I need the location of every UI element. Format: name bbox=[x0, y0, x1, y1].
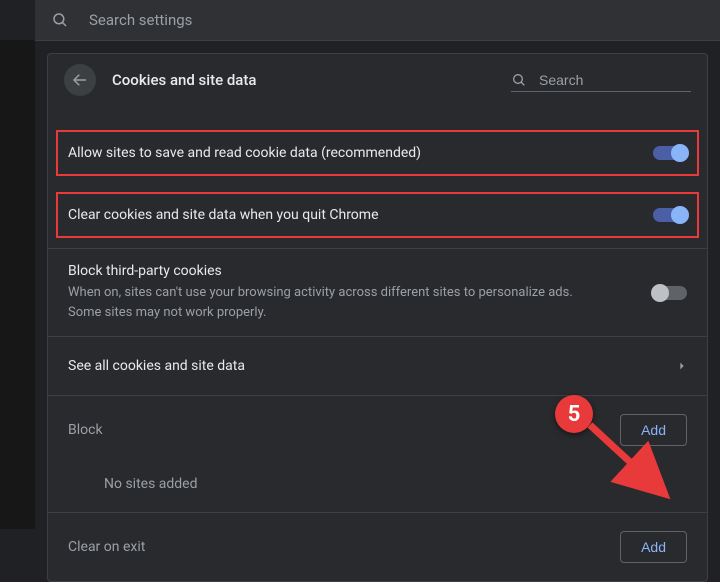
back-button[interactable] bbox=[64, 64, 96, 96]
content-pane: Cookies and site data Allow sites to sav… bbox=[35, 40, 720, 529]
cookies-search-input[interactable] bbox=[537, 71, 691, 89]
left-rail bbox=[0, 40, 35, 529]
clear-on-exit-section: Clear on exit Add bbox=[48, 512, 707, 581]
allow-cookies-toggle[interactable] bbox=[653, 146, 687, 160]
search-icon bbox=[511, 72, 527, 88]
card-header: Cookies and site data bbox=[48, 54, 707, 106]
chevron-right-icon bbox=[677, 361, 687, 371]
cookies-search[interactable] bbox=[511, 69, 691, 92]
allow-cookies-row: Allow sites to save and read cookie data… bbox=[54, 128, 701, 178]
see-all-cookies-row[interactable]: See all cookies and site data bbox=[48, 336, 707, 395]
settings-search-bar[interactable]: Search settings bbox=[35, 0, 720, 40]
clear-on-quit-row: Clear cookies and site data when you qui… bbox=[54, 190, 701, 240]
block-third-party-toggle[interactable] bbox=[653, 286, 687, 300]
block-third-party-row: Block third-party cookies When on, sites… bbox=[48, 248, 707, 336]
divider bbox=[35, 40, 720, 41]
annotation-arrow-icon bbox=[575, 410, 685, 510]
block-section-title: Block bbox=[68, 422, 103, 438]
search-icon bbox=[51, 11, 69, 29]
clear-on-quit-label: Clear cookies and site data when you qui… bbox=[68, 207, 653, 223]
allow-cookies-label: Allow sites to save and read cookie data… bbox=[68, 145, 653, 161]
clear-on-exit-add-button[interactable]: Add bbox=[620, 531, 687, 563]
settings-search-placeholder: Search settings bbox=[89, 11, 192, 29]
block-third-party-label: Block third-party cookies bbox=[68, 263, 653, 279]
clear-on-quit-toggle[interactable] bbox=[653, 208, 687, 222]
page-title: Cookies and site data bbox=[112, 71, 256, 89]
clear-on-exit-section-title: Clear on exit bbox=[68, 539, 145, 555]
see-all-cookies-label: See all cookies and site data bbox=[68, 358, 677, 374]
block-third-party-sub: When on, sites can't use your browsing a… bbox=[68, 283, 608, 322]
